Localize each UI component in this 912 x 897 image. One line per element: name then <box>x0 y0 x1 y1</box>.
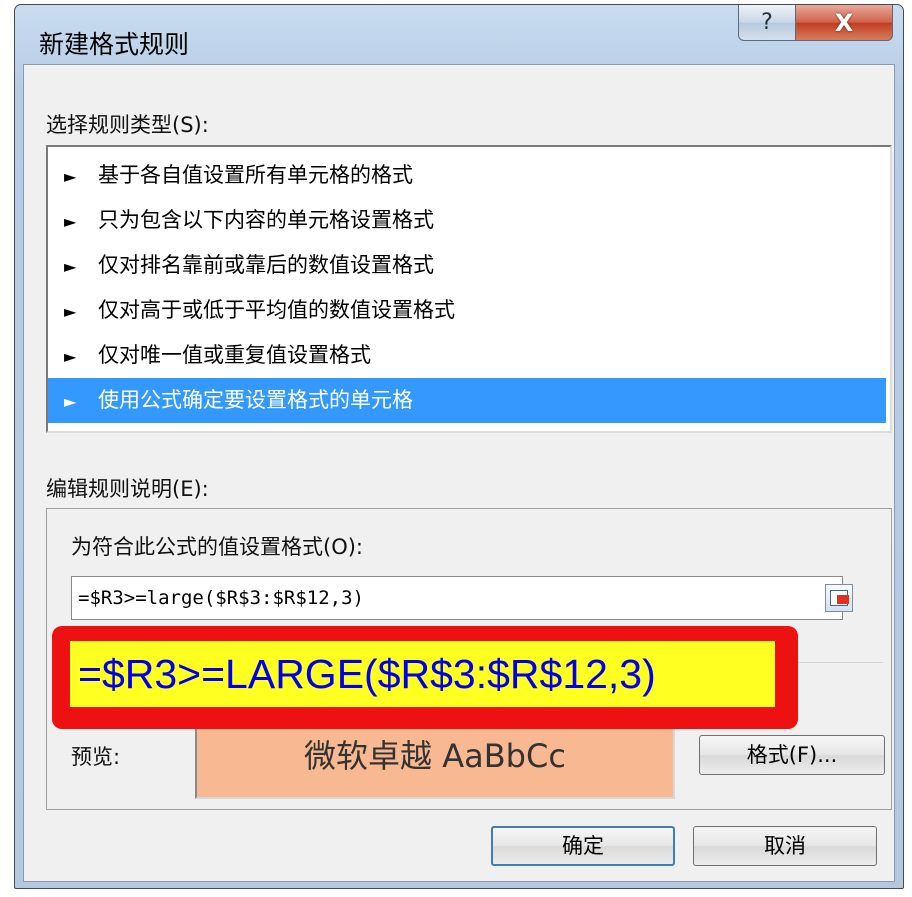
format-button[interactable]: 格式(F)... <box>699 735 885 775</box>
formula-label: 为符合此公式的值设置格式(O): <box>71 535 363 559</box>
dialog-client-area: 选择规则类型(S): ► 基于各自值设置所有单元格的格式 ► 只为包含以下内容的单元… <box>23 64 895 882</box>
rule-type-item[interactable]: ► 仅对唯一值或重复值设置格式 <box>48 333 886 378</box>
rule-type-item-selected[interactable]: ► 使用公式确定要设置格式的单元格 <box>48 378 886 423</box>
close-button[interactable]: X <box>795 5 893 41</box>
formula-input[interactable]: =$R3>=large($R$3:$R$12,3) <box>71 576 843 620</box>
preview-label: 预览: <box>71 745 121 769</box>
arrow-right-icon: ► <box>64 212 77 231</box>
dialog-title: 新建格式规则 <box>39 30 190 59</box>
rule-type-item-label: 仅对高于或低于平均值的数值设置格式 <box>98 298 455 322</box>
rule-type-item[interactable]: ► 仅对排名靠前或靠后的数值设置格式 <box>48 243 886 288</box>
rule-type-item-label: 仅对唯一值或重复值设置格式 <box>98 343 371 367</box>
rule-type-item-label: 使用公式确定要设置格式的单元格 <box>98 388 413 412</box>
formula-callout: =$R3>=LARGE($R$3:$R$12,3) <box>52 626 798 729</box>
rule-type-item-label: 只为包含以下内容的单元格设置格式 <box>98 208 434 232</box>
new-format-rule-dialog: 新建格式规则 ? X 选择规则类型(S): ► 基于各自值设置所有单元格的格式 ►… <box>14 4 904 889</box>
rule-type-item[interactable]: ► 只为包含以下内容的单元格设置格式 <box>48 198 886 243</box>
ok-button[interactable]: 确定 <box>491 826 675 866</box>
help-icon: ? <box>761 10 773 35</box>
rule-type-item[interactable]: ► 仅对高于或低于平均值的数值设置格式 <box>48 288 886 333</box>
arrow-right-icon: ► <box>64 392 77 411</box>
range-select-icon-marker <box>837 595 849 604</box>
rule-type-item[interactable]: ► 基于各自值设置所有单元格的格式 <box>48 153 886 198</box>
rule-type-label: 选择规则类型(S): <box>46 113 209 137</box>
formula-callout-text: =$R3>=LARGE($R$3:$R$12,3) <box>70 641 775 707</box>
cancel-button[interactable]: 取消 <box>693 826 877 866</box>
arrow-right-icon: ► <box>64 167 77 186</box>
arrow-right-icon: ► <box>64 347 77 366</box>
rule-type-item-label: 仅对排名靠前或靠后的数值设置格式 <box>98 253 434 277</box>
help-button[interactable]: ? <box>738 5 796 41</box>
arrow-right-icon: ► <box>64 257 77 276</box>
close-icon: X <box>834 8 854 37</box>
arrow-right-icon: ► <box>64 302 77 321</box>
rule-type-list[interactable]: ► 基于各自值设置所有单元格的格式 ► 只为包含以下内容的单元格设置格式 ► 仅对排名… <box>46 145 892 433</box>
rule-type-item-label: 基于各自值设置所有单元格的格式 <box>98 163 413 187</box>
range-select-button[interactable] <box>825 584 853 612</box>
edit-description-label: 编辑规则说明(E): <box>46 477 209 501</box>
